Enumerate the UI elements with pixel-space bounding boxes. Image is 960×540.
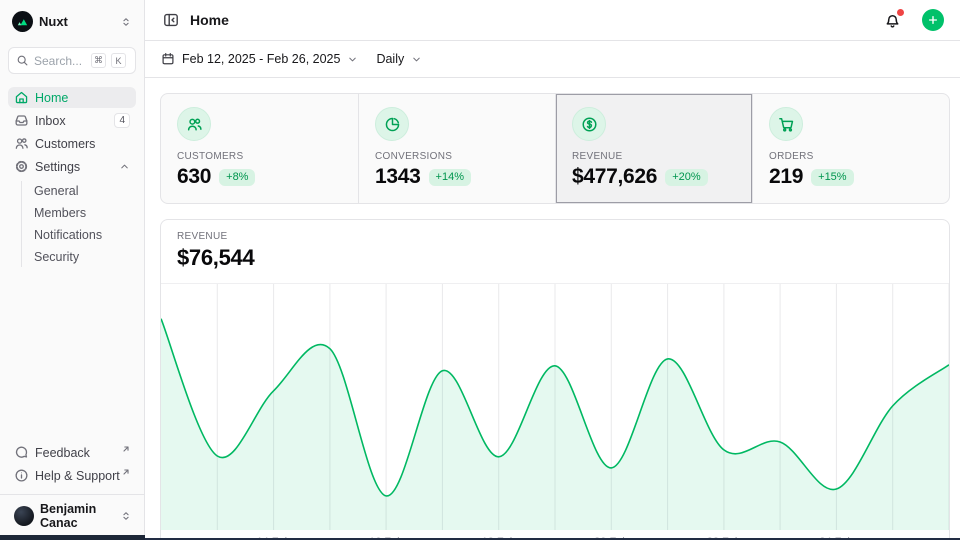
screen-bottom-edge-left — [0, 535, 145, 540]
sidebar-item-inbox[interactable]: Inbox 4 — [8, 110, 136, 131]
chevron-up-icon — [119, 161, 130, 172]
sidebar-item-general[interactable]: General — [34, 181, 136, 201]
dashboard-content: CUSTOMERS 630 +8% CONVERSIONS 1343 +14% — [145, 78, 960, 540]
stat-card-revenue[interactable]: REVENUE $477,626 +20% — [555, 94, 752, 203]
stat-label: CUSTOMERS — [177, 151, 342, 162]
page-header: Home — [145, 0, 960, 41]
period-label: Daily — [376, 52, 404, 66]
sidebar-item-home[interactable]: Home — [8, 87, 136, 108]
main-panel: Home Feb 12, 2025 - Feb 26, 2025 Daily — [145, 0, 960, 540]
stat-value: $477,626 — [572, 165, 657, 189]
external-link-icon — [122, 445, 130, 453]
kbd-cmd: ⌘ — [91, 53, 106, 68]
stat-change-badge: +15% — [811, 169, 853, 186]
feedback-link[interactable]: Feedback — [8, 442, 136, 463]
stats-row: CUSTOMERS 630 +8% CONVERSIONS 1343 +14% — [160, 93, 950, 204]
collapse-sidebar-button[interactable] — [161, 10, 181, 30]
calendar-icon — [161, 52, 175, 66]
inbox-icon — [14, 113, 29, 128]
avatar — [14, 506, 34, 526]
stat-label: REVENUE — [572, 151, 736, 162]
team-name: Nuxt — [39, 14, 114, 29]
user-menu[interactable]: Benjamin Canac — [8, 502, 136, 532]
page-title: Home — [190, 12, 229, 28]
plus-icon — [927, 14, 939, 26]
sidebar-item-label: Home — [35, 91, 130, 105]
filter-toolbar: Feb 12, 2025 - Feb 26, 2025 Daily — [145, 41, 960, 78]
search-input[interactable] — [34, 54, 86, 68]
chat-bubble-icon — [14, 445, 29, 460]
notifications-button[interactable] — [882, 10, 903, 31]
external-link-icon — [122, 468, 130, 476]
sidebar-footer: Feedback Help & Support — [8, 442, 136, 486]
stat-label: CONVERSIONS — [375, 151, 539, 162]
revenue-area-chart — [161, 284, 949, 530]
team-switcher[interactable]: Nuxt — [8, 9, 136, 34]
help-support-link[interactable]: Help & Support — [8, 465, 136, 486]
search-icon — [16, 54, 29, 67]
sidebar-item-notifications[interactable]: Notifications — [34, 225, 136, 245]
chevrons-up-down-icon — [120, 510, 132, 522]
add-button[interactable] — [922, 9, 944, 31]
stat-card-customers[interactable]: CUSTOMERS 630 +8% — [161, 94, 358, 203]
stat-card-orders[interactable]: ORDERS 219 +15% — [752, 94, 949, 203]
inbox-count-badge: 4 — [114, 113, 130, 128]
chart-header: REVENUE $76,544 — [161, 220, 949, 284]
home-icon — [14, 90, 29, 105]
stat-value: 219 — [769, 165, 803, 189]
stat-value: 1343 — [375, 165, 421, 189]
stat-change-badge: +14% — [429, 169, 471, 186]
notification-dot — [897, 9, 904, 16]
sidebar-item-label: Inbox — [35, 114, 108, 128]
chevron-down-icon — [347, 54, 358, 65]
sidebar-item-members[interactable]: Members — [34, 203, 136, 223]
user-name: Benjamin Canac — [40, 502, 114, 530]
users-icon — [177, 107, 211, 141]
info-icon — [14, 468, 29, 483]
date-range-label: Feb 12, 2025 - Feb 26, 2025 — [182, 52, 340, 66]
search-box[interactable]: ⌘ K — [8, 47, 136, 74]
footer-link-label: Feedback — [35, 446, 150, 460]
divider — [0, 494, 144, 495]
sidebar-item-security[interactable]: Security — [34, 247, 136, 267]
chart-metric-label: REVENUE — [177, 231, 933, 242]
pie-chart-icon — [375, 107, 409, 141]
sidebar-nav: Home Inbox 4 Customers Settings General … — [8, 87, 136, 269]
revenue-chart-card: REVENUE $76,544 14 Feb16 Feb18 Feb20 Feb… — [160, 219, 950, 540]
chevron-down-icon — [411, 54, 422, 65]
stat-card-conversions[interactable]: CONVERSIONS 1343 +14% — [358, 94, 555, 203]
period-select[interactable]: Daily — [376, 52, 422, 66]
gear-icon — [14, 159, 29, 174]
date-range-picker[interactable]: Feb 12, 2025 - Feb 26, 2025 — [161, 52, 358, 66]
nuxt-logo-icon — [12, 11, 33, 32]
users-icon — [14, 136, 29, 151]
panel-left-close-icon — [163, 12, 179, 28]
chart-plot-area[interactable] — [161, 284, 949, 530]
dollar-icon — [572, 107, 606, 141]
sidebar-item-settings[interactable]: Settings — [8, 156, 136, 177]
stat-label: ORDERS — [769, 151, 933, 162]
chart-metric-value: $76,544 — [177, 245, 933, 271]
stat-change-badge: +8% — [219, 169, 255, 186]
stat-change-badge: +20% — [665, 169, 707, 186]
sidebar-item-label: Settings — [35, 160, 113, 174]
sidebar-item-customers[interactable]: Customers — [8, 133, 136, 154]
chevrons-up-down-icon — [120, 16, 132, 28]
stat-value: 630 — [177, 165, 211, 189]
sidebar-item-label: Customers — [35, 137, 130, 151]
cart-icon — [769, 107, 803, 141]
footer-link-label: Help & Support — [35, 469, 132, 483]
settings-children: General Members Notifications Security — [21, 181, 136, 267]
sidebar: Nuxt ⌘ K Home Inbox 4 Customers Settings… — [0, 0, 145, 540]
kbd-k: K — [111, 53, 126, 68]
